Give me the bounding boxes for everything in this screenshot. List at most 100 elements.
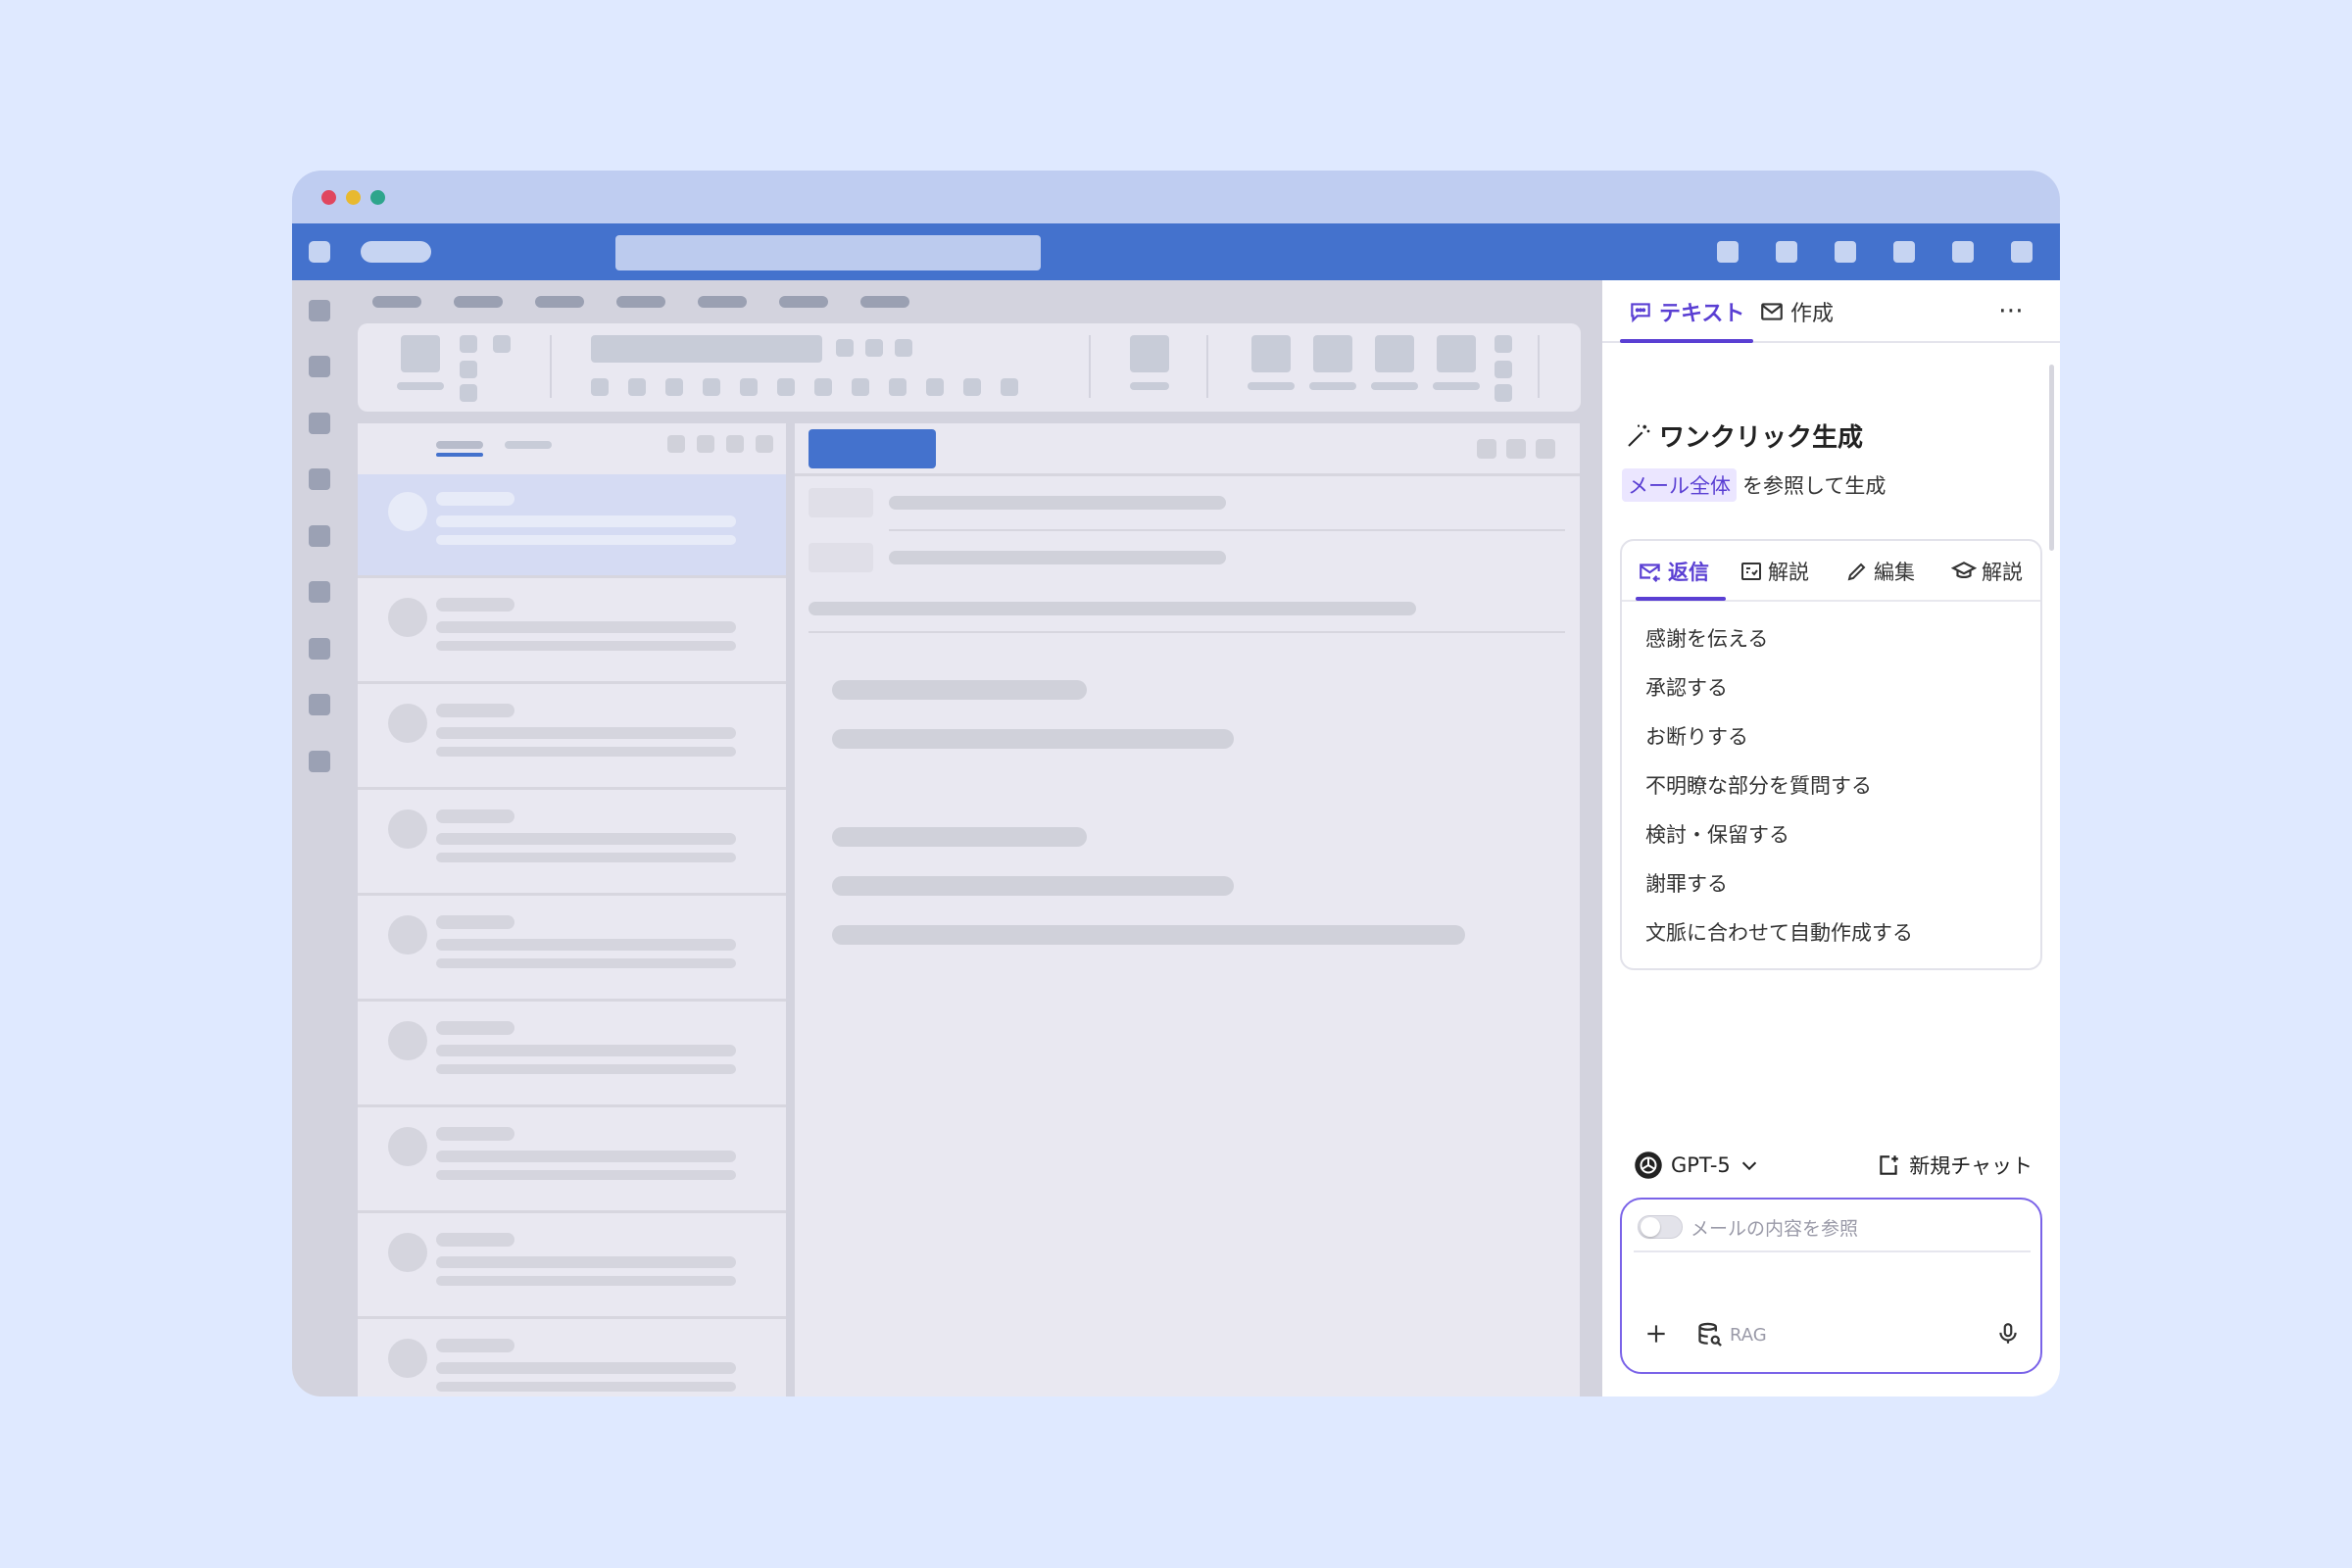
- ribbon-button-placeholder[interactable]: [836, 339, 854, 357]
- tab-text[interactable]: テキスト: [1628, 292, 1744, 331]
- toolbar-icon[interactable]: [1776, 241, 1797, 263]
- new-chat-button[interactable]: 新規チャット: [1876, 1151, 2033, 1180]
- model-selector[interactable]: GPT-5: [1634, 1151, 1760, 1180]
- maximize-window-button[interactable]: [370, 190, 385, 205]
- reference-mail-toggle[interactable]: [1638, 1215, 1683, 1239]
- option-item[interactable]: 承認する: [1645, 672, 1728, 702]
- ribbon-button-placeholder[interactable]: [852, 378, 869, 396]
- reading-tool-icon[interactable]: [1506, 439, 1526, 459]
- ribbon-button-placeholder[interactable]: [1313, 335, 1352, 372]
- list-item-selected[interactable]: [358, 474, 786, 578]
- list-item[interactable]: [358, 792, 786, 896]
- ribbon-button-placeholder[interactable]: [1494, 384, 1512, 402]
- list-item[interactable]: [358, 1109, 786, 1213]
- nav-rail-icon[interactable]: [309, 468, 330, 490]
- nav-rail-icon[interactable]: [309, 413, 330, 434]
- rag-button[interactable]: RAG: [1696, 1321, 1767, 1348]
- ribbon-tab-placeholder[interactable]: [372, 296, 421, 308]
- minimize-window-button[interactable]: [346, 190, 361, 205]
- ribbon-button-placeholder[interactable]: [895, 339, 912, 357]
- toolbar-icon[interactable]: [1835, 241, 1856, 263]
- scope-chip[interactable]: メール全体: [1622, 468, 1737, 502]
- list-item[interactable]: [358, 898, 786, 1002]
- list-item[interactable]: [358, 1004, 786, 1107]
- ribbon-button-placeholder[interactable]: [740, 378, 758, 396]
- ribbon-button-placeholder[interactable]: [1375, 335, 1414, 372]
- option-item[interactable]: 不明瞭な部分を質問する: [1645, 770, 1872, 800]
- tab-explain-learn[interactable]: 解説: [1951, 555, 2023, 588]
- ribbon-button-placeholder[interactable]: [665, 378, 683, 396]
- nav-rail-icon[interactable]: [309, 356, 330, 377]
- nav-rail-icon[interactable]: [309, 751, 330, 772]
- ribbon-tab-placeholder[interactable]: [535, 296, 584, 308]
- tab-explain[interactable]: 解説: [1740, 555, 1809, 588]
- toolbar-icon[interactable]: [1952, 241, 1974, 263]
- tab-compose[interactable]: 作成: [1759, 292, 1834, 331]
- ribbon-tab-placeholder[interactable]: [454, 296, 503, 308]
- voice-input-button[interactable]: [1995, 1321, 2021, 1347]
- ribbon-button-placeholder[interactable]: [865, 339, 883, 357]
- search-bar-placeholder[interactable]: [615, 235, 1041, 270]
- tab-edit[interactable]: 編集: [1845, 555, 1915, 588]
- list-tool-icon[interactable]: [667, 435, 685, 453]
- list-item[interactable]: [358, 686, 786, 790]
- list-tool-icon[interactable]: [756, 435, 773, 453]
- body-divider: [808, 631, 1565, 633]
- toolbar-icon[interactable]: [2011, 241, 2033, 263]
- ribbon-button-placeholder[interactable]: [1001, 378, 1018, 396]
- ribbon-button-placeholder[interactable]: [1437, 335, 1476, 372]
- nav-rail-icon[interactable]: [309, 525, 330, 547]
- option-item[interactable]: 検討・保留する: [1645, 819, 1789, 849]
- ribbon-tab-placeholder[interactable]: [698, 296, 747, 308]
- more-horizontal-icon[interactable]: ⋯: [1998, 296, 2024, 325]
- close-window-button[interactable]: [321, 190, 336, 205]
- list-item[interactable]: [358, 1215, 786, 1319]
- add-attachment-button[interactable]: [1643, 1321, 1669, 1347]
- list-filter-tab[interactable]: [505, 441, 552, 449]
- ribbon-tab-placeholder[interactable]: [779, 296, 828, 308]
- ribbon-button-placeholder[interactable]: [889, 378, 906, 396]
- chat-input-placeholder[interactable]: メールの内容を参照: [1690, 1214, 1858, 1241]
- reading-tool-icon[interactable]: [1536, 439, 1555, 459]
- primary-action-button[interactable]: [808, 429, 936, 468]
- ribbon-button-placeholder[interactable]: [926, 378, 944, 396]
- ribbon-button-placeholder[interactable]: [1494, 335, 1512, 353]
- toolbar-icon[interactable]: [1893, 241, 1915, 263]
- ribbon-button-placeholder[interactable]: [963, 378, 981, 396]
- list-tool-icon[interactable]: [697, 435, 714, 453]
- ribbon-button-placeholder[interactable]: [1494, 361, 1512, 378]
- list-item[interactable]: [358, 580, 786, 684]
- list-item[interactable]: [358, 1321, 786, 1396]
- ribbon-button-placeholder[interactable]: [591, 378, 609, 396]
- ribbon-button-placeholder[interactable]: [1251, 335, 1291, 372]
- ribbon-button-placeholder[interactable]: [401, 335, 440, 372]
- list-filter-tab-active[interactable]: [436, 441, 483, 449]
- option-item[interactable]: 文脈に合わせて自動作成する: [1645, 917, 1913, 947]
- nav-rail-icon[interactable]: [309, 581, 330, 603]
- sender-placeholder: [436, 704, 514, 717]
- nav-rail-icon[interactable]: [309, 694, 330, 715]
- ribbon-tab-placeholder[interactable]: [860, 296, 909, 308]
- list-tool-icon[interactable]: [726, 435, 744, 453]
- app-menu-icon[interactable]: [309, 241, 330, 263]
- option-item[interactable]: 感謝を伝える: [1645, 623, 1768, 653]
- ribbon-button-placeholder[interactable]: [460, 384, 477, 402]
- ribbon-field-placeholder[interactable]: [591, 335, 822, 363]
- ribbon-button-placeholder[interactable]: [814, 378, 832, 396]
- toolbar-icon[interactable]: [1717, 241, 1739, 263]
- option-item[interactable]: 謝罪する: [1645, 868, 1728, 898]
- option-item[interactable]: お断りする: [1645, 721, 1748, 751]
- ribbon-button-placeholder[interactable]: [628, 378, 646, 396]
- ribbon-button-placeholder[interactable]: [460, 361, 477, 378]
- reading-tool-icon[interactable]: [1477, 439, 1496, 459]
- ribbon-button-placeholder[interactable]: [493, 335, 511, 353]
- panel-scrollbar[interactable]: [2049, 365, 2054, 551]
- nav-rail-icon[interactable]: [309, 638, 330, 660]
- ribbon-button-placeholder[interactable]: [460, 335, 477, 353]
- tab-reply[interactable]: 返信: [1638, 555, 1709, 588]
- ribbon-button-placeholder[interactable]: [1130, 335, 1169, 372]
- ribbon-button-placeholder[interactable]: [703, 378, 720, 396]
- nav-rail-icon[interactable]: [309, 300, 330, 321]
- ribbon-button-placeholder[interactable]: [777, 378, 795, 396]
- ribbon-tab-placeholder[interactable]: [616, 296, 665, 308]
